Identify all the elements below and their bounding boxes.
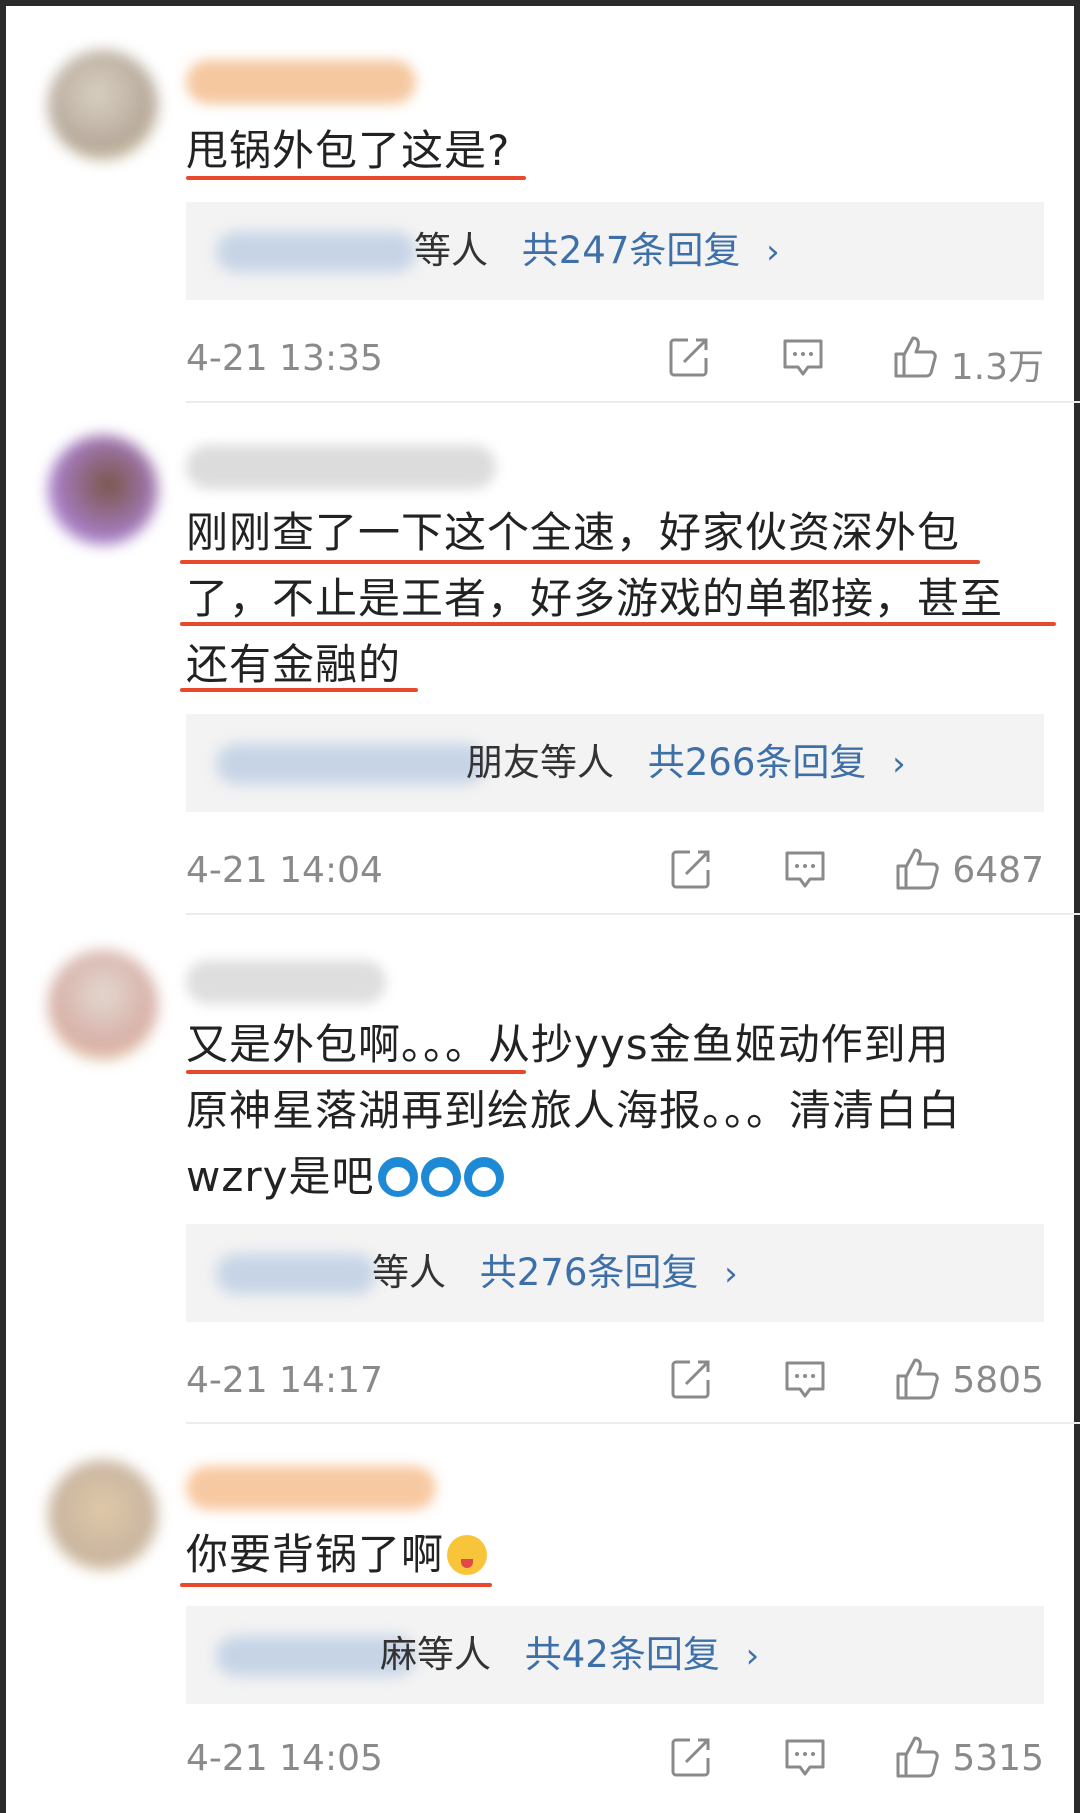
- avatar[interactable]: [48, 435, 158, 545]
- reply-users-suffix: 等人: [414, 229, 488, 272]
- thumbs-up-icon[interactable]: [894, 846, 940, 892]
- highlight-underline: [186, 1070, 526, 1074]
- reply-users-suffix: 朋友等人: [466, 741, 614, 784]
- reply-users-suffix: 麻等人: [380, 1633, 491, 1676]
- comment-line: 刚刚查了一下这个全速，好家伙资深外包: [186, 508, 961, 557]
- comment-meta: 4-21 13:35 1.3万: [186, 330, 1044, 390]
- highlight-underline: [180, 622, 1056, 626]
- doraemon-emoji-icon: [420, 1157, 461, 1197]
- divider: [186, 1422, 1080, 1424]
- username[interactable]: [186, 445, 496, 489]
- like-count: 5805: [952, 1360, 1044, 1401]
- comment-line: wzry是吧: [186, 1152, 375, 1201]
- share-icon[interactable]: [668, 1734, 714, 1780]
- share-icon[interactable]: [668, 846, 714, 892]
- like-count: 1.3万: [950, 347, 1044, 388]
- comment-line: 又是外包啊。。。从抄yys金鱼姬动作到用: [186, 1020, 950, 1069]
- comment-meta: 4-21 14:17 5805: [186, 1352, 1044, 1412]
- comment-time: 4-21 14:17: [186, 1360, 383, 1401]
- tongue-smile-emoji-icon: [447, 1535, 488, 1575]
- like-count: 6487: [952, 850, 1044, 891]
- highlight-underline: [180, 560, 980, 564]
- reply-users-suffix: 等人: [372, 1251, 446, 1294]
- divider: [186, 913, 1080, 915]
- comment-text: 又是外包啊。。。从抄yys金鱼姬动作到用 原神星落湖再到绘旅人海报。。。清清白白…: [186, 1012, 1056, 1210]
- comment-icon[interactable]: [780, 334, 826, 380]
- thumbs-up-icon[interactable]: [894, 1356, 940, 1402]
- thumbs-up-icon[interactable]: [894, 1734, 940, 1780]
- comment-line: 甩锅外包了这是?: [186, 126, 511, 175]
- thumbs-up-icon[interactable]: [892, 334, 938, 380]
- username[interactable]: [186, 60, 416, 104]
- reply-count-link[interactable]: 共266条回复: [648, 741, 867, 784]
- chevron-right-icon: ›: [766, 232, 780, 272]
- reply-usernames-blurred: [216, 1254, 376, 1294]
- avatar[interactable]: [48, 950, 158, 1060]
- divider: [186, 401, 1080, 403]
- highlight-underline: [186, 176, 526, 180]
- reply-usernames-blurred: [216, 232, 416, 272]
- comment-line: 你要背锅了啊: [186, 1530, 445, 1579]
- comment-icon[interactable]: [782, 1356, 828, 1402]
- username[interactable]: [186, 960, 386, 1004]
- chevron-right-icon: ›: [724, 1254, 738, 1294]
- comment-icon[interactable]: [782, 846, 828, 892]
- username[interactable]: [186, 1466, 436, 1510]
- reply-preview[interactable]: 等人 共247条回复 ›: [186, 202, 1044, 300]
- share-icon[interactable]: [668, 1356, 714, 1402]
- comment-time: 4-21 14:05: [186, 1738, 383, 1779]
- doraemon-emoji-icon: [463, 1157, 504, 1197]
- reply-count-link[interactable]: 共247条回复: [522, 229, 741, 272]
- avatar[interactable]: [48, 1460, 158, 1570]
- highlight-underline: [180, 688, 418, 692]
- reply-count-link[interactable]: 共276条回复: [480, 1251, 699, 1294]
- comment-time: 4-21 13:35: [186, 338, 383, 379]
- chevron-right-icon: ›: [892, 744, 906, 784]
- comment-icon[interactable]: [782, 1734, 828, 1780]
- comment-text: 刚刚查了一下这个全速，好家伙资深外包 了，不止是王者，好多游戏的单都接，甚至 还…: [186, 500, 1056, 698]
- reply-count-link[interactable]: 共42条回复: [525, 1633, 720, 1676]
- like-count: 5315: [952, 1738, 1044, 1779]
- comment-text: 甩锅外包了这是?: [186, 118, 1056, 184]
- comment-time: 4-21 14:04: [186, 850, 383, 891]
- comment-meta: 4-21 14:05 5315: [186, 1730, 1044, 1790]
- comment-text: 你要背锅了啊: [186, 1522, 1056, 1588]
- comment-meta: 4-21 14:04 6487: [186, 842, 1044, 902]
- comment-line: 原神星落湖再到绘旅人海报。。。清清白白: [186, 1086, 962, 1135]
- reply-preview[interactable]: 等人 共276条回复 ›: [186, 1224, 1044, 1322]
- avatar[interactable]: [48, 50, 158, 160]
- reply-preview[interactable]: 麻等人 共42条回复 ›: [186, 1606, 1044, 1704]
- chevron-right-icon: ›: [745, 1636, 760, 1676]
- reply-usernames-blurred: [216, 744, 486, 784]
- doraemon-emoji-icon: [377, 1157, 418, 1197]
- share-icon[interactable]: [666, 334, 712, 380]
- reply-preview[interactable]: 朋友等人 共266条回复 ›: [186, 714, 1044, 812]
- highlight-underline: [180, 1583, 492, 1587]
